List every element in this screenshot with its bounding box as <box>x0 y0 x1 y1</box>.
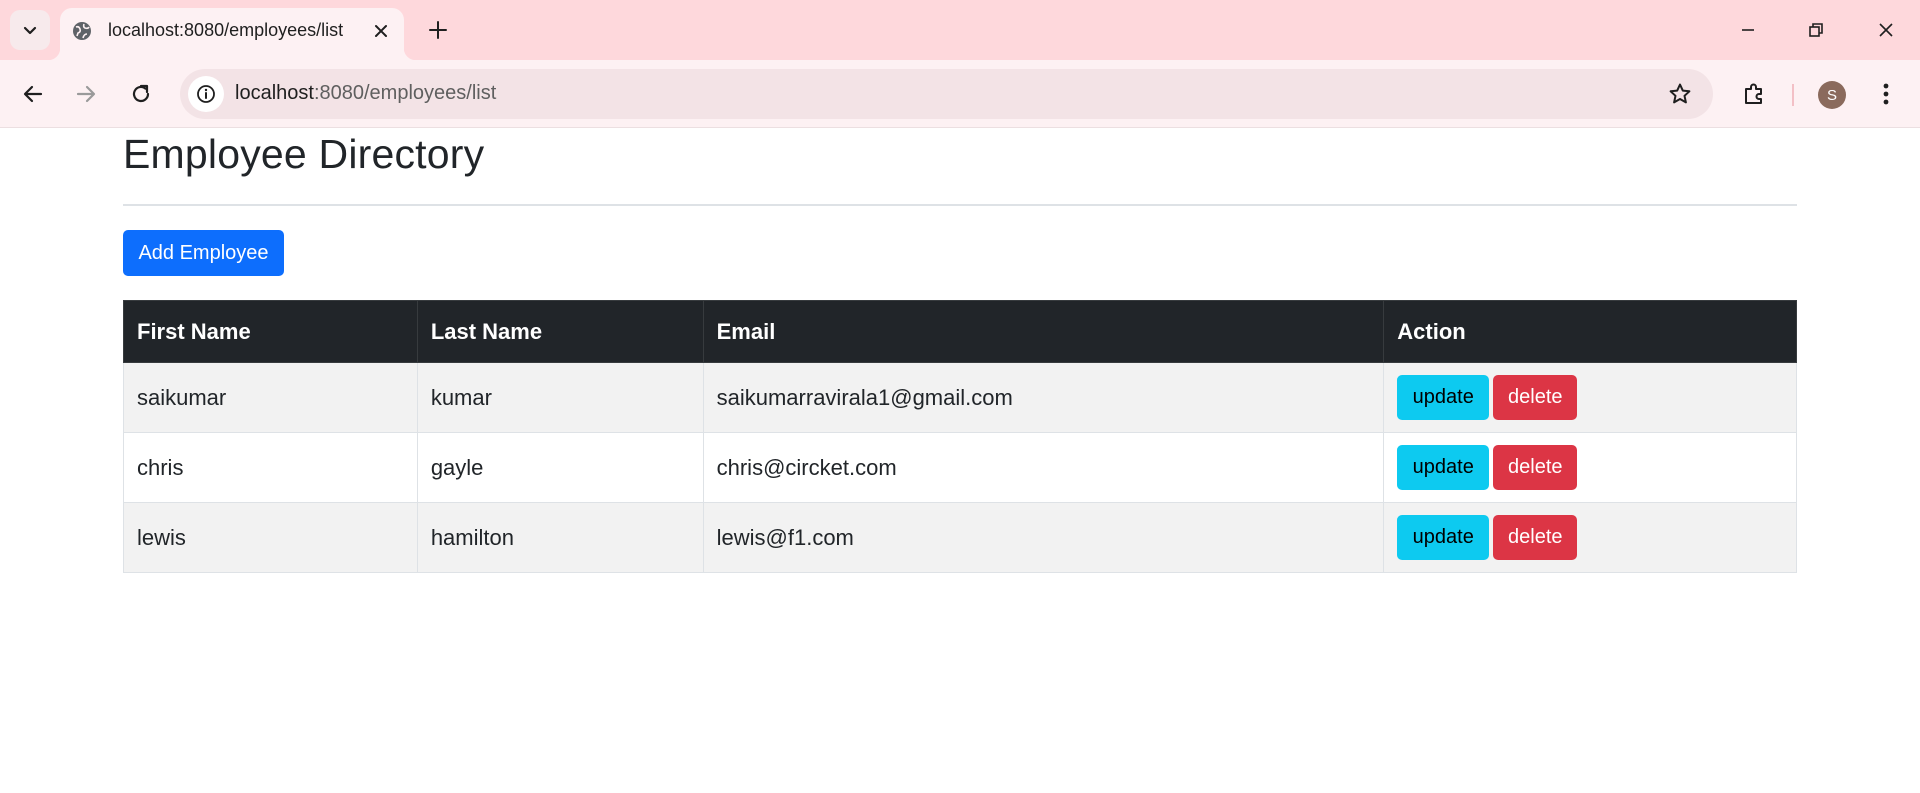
cell-actions: update delete <box>1383 432 1797 503</box>
minimize-icon <box>1742 29 1754 31</box>
table-header-row: First Name Last Name Email Action <box>123 300 1797 363</box>
table-row: lewis hamilton lewis@f1.com update delete <box>123 502 1797 573</box>
more-vert-icon <box>1883 83 1889 105</box>
window-close-button[interactable] <box>1852 0 1920 60</box>
cell-actions: update delete <box>1383 362 1797 433</box>
url-text[interactable]: localhost:8080/employees/list <box>235 82 496 105</box>
cell-last-name: hamilton <box>416 502 704 573</box>
page-title: Employee Directory <box>123 131 485 177</box>
cell-last-name: kumar <box>416 362 704 433</box>
plus-icon <box>429 21 447 39</box>
globe-icon <box>73 22 91 40</box>
add-employee-button[interactable]: Add Employee <box>123 230 284 276</box>
extensions-icon <box>1745 83 1762 104</box>
cell-actions: update delete <box>1383 502 1797 573</box>
url-path: :8080/employees/list <box>313 82 497 104</box>
reload-icon <box>132 84 150 103</box>
back-button[interactable] <box>13 74 53 114</box>
site-info-button[interactable] <box>188 76 224 112</box>
delete-button[interactable]: delete <box>1493 375 1578 420</box>
browser-menu-button[interactable] <box>1868 74 1904 114</box>
restore-button[interactable] <box>1782 0 1850 60</box>
forward-button[interactable] <box>66 74 106 114</box>
cell-last-name: gayle <box>416 432 704 503</box>
header-first-name: First Name <box>123 300 418 363</box>
table-row: saikumar kumar saikumarravirala1@gmail.c… <box>123 362 1797 433</box>
close-icon <box>375 25 387 37</box>
tab-close-button[interactable] <box>368 18 394 44</box>
url-host: localhost <box>235 82 314 104</box>
header-last-name: Last Name <box>416 300 704 363</box>
forward-arrow-icon <box>76 85 96 103</box>
restore-icon <box>1809 23 1823 37</box>
tab-search-button[interactable] <box>10 10 50 50</box>
address-bar[interactable]: localhost:8080/employees/list <box>180 69 1713 119</box>
cell-email: chris@circket.com <box>702 432 1385 503</box>
header-action: Action <box>1383 300 1797 363</box>
update-button[interactable]: update <box>1397 375 1490 420</box>
cell-first-name: chris <box>123 432 418 503</box>
browser-toolbar: localhost:8080/employees/list S <box>0 60 1920 128</box>
back-arrow-icon <box>23 85 43 103</box>
update-button[interactable]: update <box>1397 445 1490 490</box>
reload-button[interactable] <box>121 74 161 114</box>
tab-title: localhost:8080/employees/list <box>108 20 344 40</box>
cell-email: saikumarravirala1@gmail.com <box>702 362 1385 433</box>
delete-button[interactable]: delete <box>1493 445 1578 490</box>
info-icon <box>197 85 215 103</box>
table-row: chris gayle chris@circket.com update dele… <box>123 432 1797 503</box>
profile-avatar[interactable]: S <box>1818 81 1846 109</box>
cell-email: lewis@f1.com <box>702 502 1385 573</box>
bookmark-button[interactable] <box>1667 81 1693 107</box>
star-icon <box>1669 83 1691 104</box>
toolbar-divider <box>1792 84 1794 106</box>
page-divider <box>123 204 1797 206</box>
update-button[interactable]: update <box>1397 515 1490 560</box>
cell-first-name: lewis <box>123 502 418 573</box>
delete-button[interactable]: delete <box>1493 515 1578 560</box>
minimize-button[interactable] <box>1714 0 1782 60</box>
header-email: Email <box>702 300 1385 363</box>
active-tab[interactable]: localhost:8080/employees/list <box>48 8 416 60</box>
tab-search-icon <box>23 26 37 35</box>
cell-first-name: saikumar <box>123 362 418 433</box>
employee-table: First Name Last Name Email Action saikum… <box>123 300 1797 573</box>
window-close-icon <box>1879 23 1893 37</box>
browser-tab-strip: localhost:8080/employees/list <box>0 0 1920 60</box>
new-tab-button[interactable] <box>420 12 456 48</box>
extensions-button[interactable] <box>1734 74 1774 114</box>
